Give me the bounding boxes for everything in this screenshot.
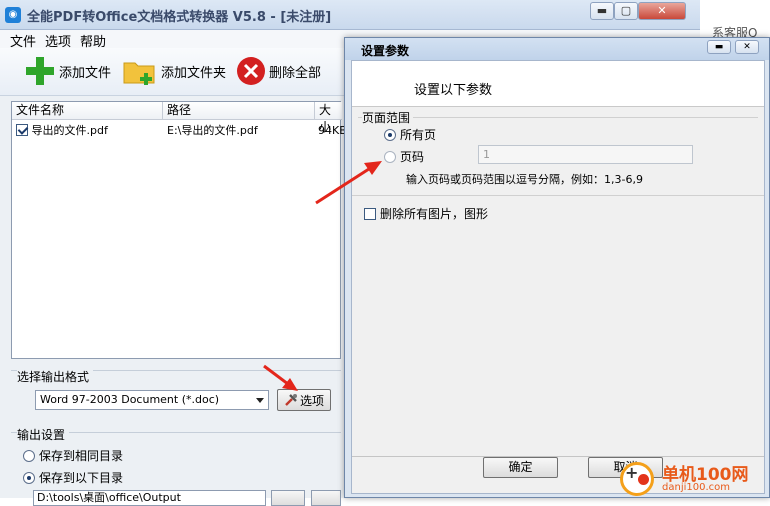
dialog-footer-line (352, 456, 764, 457)
file-list[interactable]: 文件名称 路径 大小 导出的文件.pdf E:\导出的文件.pdf 94KB (11, 101, 347, 359)
app-icon: ◉ (5, 7, 21, 23)
row-file-name: 导出的文件.pdf (31, 124, 108, 137)
table-row[interactable]: 导出的文件.pdf (16, 122, 108, 140)
dialog-minimize-button[interactable]: ▬ (707, 40, 731, 54)
chevron-down-icon (256, 398, 264, 403)
browse-button[interactable] (271, 490, 305, 506)
dialog-title: 设置参数 (361, 44, 410, 58)
delete-images-option[interactable]: 删除所有图片，图形 (364, 205, 488, 222)
save-same-dir-label: 保存到相同目录 (39, 449, 124, 463)
output-path-input[interactable]: D:\tools\桌面\office\Output (33, 490, 266, 506)
window-title: 全能PDF转Office文档格式转换器 V5.8 - [未注册] (27, 10, 332, 25)
page-number-input[interactable]: 1 (478, 145, 693, 164)
delete-images-label: 删除所有图片，图形 (380, 207, 489, 221)
minimize-button[interactable]: ▬ (590, 2, 614, 20)
add-file-label: 添加文件 (59, 65, 112, 81)
maximize-button[interactable]: ▢ (614, 2, 638, 20)
dialog-body: 设置以下参数 页面范围 所有页 页码 1 输入页码或页码范围以逗号分隔，例如：1… (351, 60, 765, 494)
save-below-dir-option[interactable]: 保存到以下目录 (23, 469, 123, 486)
close-button[interactable]: ✕ (638, 2, 686, 20)
add-icon (26, 57, 54, 85)
ok-button[interactable]: 确定 (483, 457, 558, 478)
delete-icon (237, 57, 265, 85)
save-same-dir-option[interactable]: 保存到相同目录 (23, 447, 123, 464)
dialog-header-text: 设置以下参数 (414, 83, 493, 98)
page-range-group-line (358, 117, 758, 118)
delete-images-checkbox[interactable] (364, 207, 376, 220)
settings-dialog: 设置参数 ▬ ✕ 设置以下参数 页面范围 所有页 页码 1 输入页码或页码范围以… (344, 37, 770, 498)
watermark-plus-icon: + (625, 463, 639, 482)
add-file-button[interactable]: 添加文件 (24, 56, 111, 86)
dialog-separator (352, 195, 764, 196)
watermark-url: danji100.com (662, 482, 730, 493)
output-format-label: 选择输出格式 (17, 368, 94, 385)
delete-all-label: 删除全部 (269, 65, 322, 81)
save-below-dir-radio[interactable] (23, 471, 35, 484)
delete-all-button[interactable]: 删除全部 (236, 56, 321, 86)
options-button-label: 选项 (299, 393, 324, 408)
page-number-option[interactable]: 页码 (384, 148, 424, 165)
add-folder-label: 添加文件夹 (161, 65, 227, 81)
page-number-label: 页码 (400, 150, 425, 164)
title-bar: ◉ 全能PDF转Office文档格式转换器 V5.8 - [未注册] ▬ ▢ ✕ (0, 0, 700, 30)
output-format-select[interactable]: Word 97-2003 Document (*.doc) (35, 390, 269, 410)
options-button[interactable]: 选项 (277, 389, 331, 411)
column-header-size[interactable]: 大小 (315, 102, 342, 134)
all-pages-label: 所有页 (400, 128, 437, 142)
add-folder-button[interactable]: 添加文件夹 (122, 56, 226, 86)
folder-add-icon (123, 62, 155, 85)
dialog-close-button[interactable]: ✕ (735, 40, 759, 54)
row-checkbox[interactable] (16, 124, 28, 136)
page-number-radio[interactable] (384, 150, 396, 163)
column-header-path[interactable]: 路径 (163, 102, 315, 120)
all-pages-radio[interactable] (384, 128, 396, 141)
save-below-dir-label: 保存到以下目录 (39, 471, 124, 485)
page-range-hint: 输入页码或页码范围以逗号分隔，例如：1,3-6,9 (406, 173, 643, 186)
dialog-title-bar: 设置参数 ▬ ✕ (345, 38, 769, 60)
dialog-header: 设置以下参数 (352, 61, 764, 107)
row-file-path: E:\导出的文件.pdf (167, 124, 258, 137)
row-file-size: 94KB (318, 124, 347, 137)
output-format-value: Word 97-2003 Document (*.doc) (40, 393, 220, 406)
page-range-label: 页面范围 (362, 109, 414, 126)
output-settings-label: 输出设置 (17, 426, 70, 443)
all-pages-option[interactable]: 所有页 (384, 126, 436, 143)
watermark: + 单机100网 danji100.com (620, 460, 770, 498)
save-same-dir-radio[interactable] (23, 449, 35, 462)
open-folder-button[interactable] (311, 490, 341, 506)
column-header-name[interactable]: 文件名称 (12, 102, 163, 120)
tools-icon (285, 394, 297, 406)
